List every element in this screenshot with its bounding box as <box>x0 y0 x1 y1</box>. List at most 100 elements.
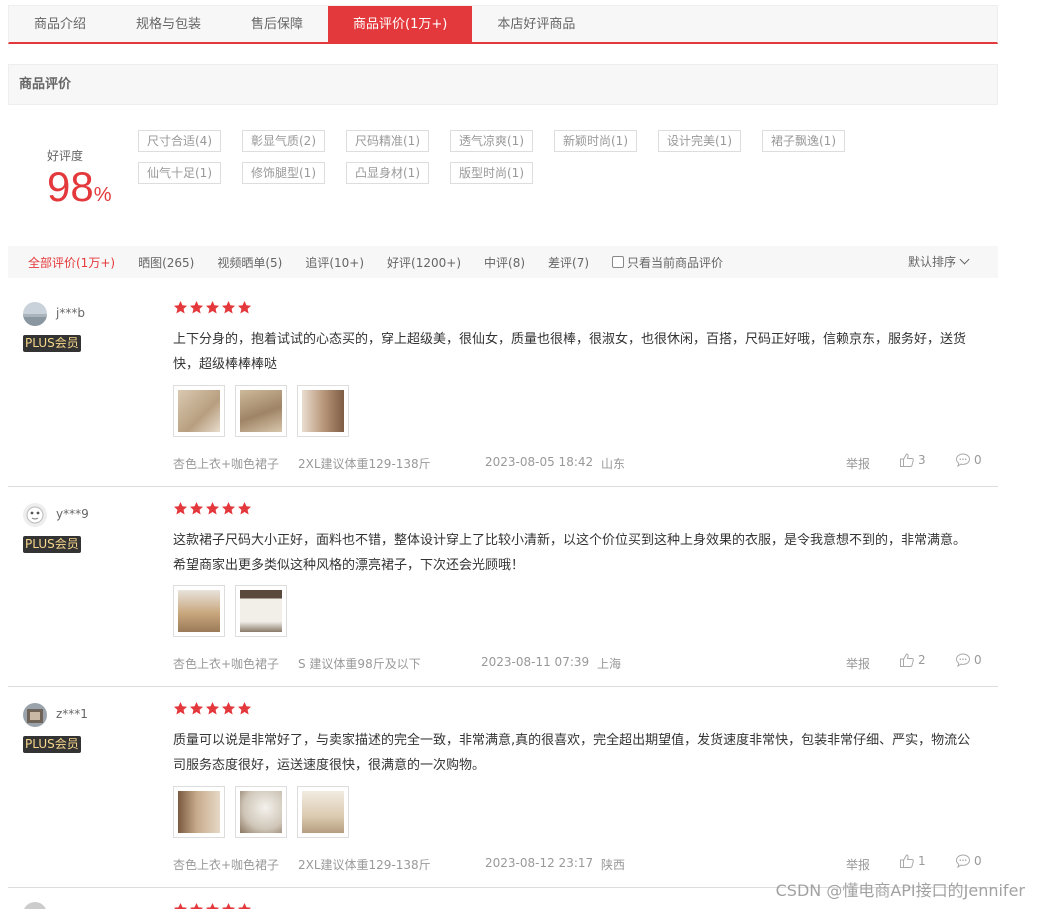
like-count: 1 <box>918 854 926 868</box>
username: j***b <box>56 306 85 320</box>
review-tag[interactable]: 尺寸合适(4) <box>138 130 221 152</box>
report-link[interactable]: 举报 <box>846 655 870 672</box>
review-photo[interactable] <box>173 786 225 838</box>
review-date: 2023-08-11 07:39 <box>481 655 590 669</box>
section-title: 商品评价 <box>8 64 998 105</box>
review-filter-bar: 全部评价(1万+) 晒图(265) 视频晒单(5) 追评(10+) 好评(120… <box>8 246 998 278</box>
rating-value: 98% <box>47 162 112 220</box>
star-icon <box>205 701 220 715</box>
review-meta: 杏色上衣+咖色裙子 S 建议体重98斤及以下 2023-08-11 07:39 … <box>173 655 673 671</box>
filter-video[interactable]: 视频晒单(5) <box>217 254 282 271</box>
review-tag[interactable]: 设计完美(1) <box>658 130 741 152</box>
star-icon <box>189 501 204 515</box>
star-icon <box>173 902 188 909</box>
like-count: 3 <box>918 453 926 467</box>
chevron-down-icon <box>959 254 970 265</box>
filter-negative[interactable]: 差评(7) <box>548 254 589 271</box>
review-tag[interactable]: 尺码精准(1) <box>346 130 429 152</box>
review-location: 陕西 <box>601 858 626 872</box>
review-photos <box>173 585 297 637</box>
review-tag[interactable]: 彰显气质(2) <box>242 130 325 152</box>
review-photos <box>173 786 359 838</box>
plus-member-badge: PLUS会员 <box>23 335 81 352</box>
watermark: CSDN @懂电商API接口的Jennifer <box>775 881 1025 900</box>
avatar[interactable] <box>23 503 47 527</box>
filter-follow-up[interactable]: 追评(10+) <box>305 254 364 271</box>
review-tag[interactable]: 裙子飘逸(1) <box>762 130 845 152</box>
product-color: 杏色上衣+咖色裙子 <box>173 457 280 471</box>
review-photo[interactable] <box>173 385 225 437</box>
tab-product-intro[interactable]: 商品介绍 <box>9 6 111 43</box>
review-tag[interactable]: 透气凉爽(1) <box>450 130 533 152</box>
tab-reviews[interactable]: 商品评价(1万+) <box>328 6 473 43</box>
review-content: 质量可以说是非常好了，与卖家描述的完全一致，非常满意,真的很喜欢，完全超出期望值… <box>173 733 971 773</box>
review-tag[interactable]: 版型时尚(1) <box>450 162 533 184</box>
product-size: 2XL建议体重129-138斤 <box>298 858 431 872</box>
thumbs-up-icon <box>900 653 914 667</box>
sort-label: 默认排序 <box>907 255 956 269</box>
sort-dropdown[interactable]: 默认排序 <box>907 246 970 278</box>
review-item: y***9 PLUS会员 这款裙子尺码大小正好，面料也不错，整体设计穿上了比较小… <box>8 487 998 687</box>
product-tabs: 商品介绍 规格与包装 售后保障 商品评价(1万+) 本店好评商品 <box>8 5 998 44</box>
review-location: 山东 <box>601 457 626 471</box>
thumbs-up-icon <box>900 854 914 868</box>
tab-store-top-products[interactable]: 本店好评商品 <box>472 6 600 43</box>
report-link[interactable]: 举报 <box>846 856 870 873</box>
star-icon <box>237 300 252 314</box>
comment-button[interactable]: 0 <box>955 452 982 468</box>
star-icon <box>189 300 204 314</box>
star-icon <box>221 902 236 909</box>
star-icon <box>189 701 204 715</box>
report-link[interactable]: 举报 <box>846 455 870 472</box>
filter-neutral[interactable]: 中评(8) <box>484 254 525 271</box>
star-rating <box>173 701 253 716</box>
comment-icon <box>955 453 971 468</box>
review-content: 这款裙子尺码大小正好，面料也不错，整体设计穿上了比较小清新，以这个价位买到这种上… <box>173 533 967 573</box>
review-photo[interactable] <box>235 786 287 838</box>
review-location: 上海 <box>597 657 622 671</box>
comment-button[interactable]: 0 <box>955 652 982 668</box>
review-tag[interactable]: 修饰腿型(1) <box>242 162 325 184</box>
comment-icon <box>955 653 971 668</box>
star-icon <box>221 300 236 314</box>
review-photo[interactable] <box>173 585 225 637</box>
plus-member-badge: PLUS会员 <box>23 736 81 753</box>
review-photo[interactable] <box>235 585 287 637</box>
review-photo[interactable] <box>297 385 349 437</box>
username: z***1 <box>56 707 88 721</box>
only-current-checkbox[interactable] <box>612 256 625 268</box>
review-item: z***1 PLUS会员 质量可以说是非常好了，与卖家描述的完全一致，非常满意,… <box>8 687 998 888</box>
avatar[interactable] <box>23 902 47 909</box>
filter-with-photos[interactable]: 晒图(265) <box>138 254 194 271</box>
review-tag[interactable]: 凸显身材(1) <box>346 162 429 184</box>
star-rating <box>173 902 253 909</box>
star-icon <box>237 902 252 909</box>
filter-positive[interactable]: 好评(1200+) <box>387 254 461 271</box>
like-button[interactable]: 2 <box>899 652 926 668</box>
product-size: 2XL建议体重129-138斤 <box>298 457 431 471</box>
plus-member-badge: PLUS会员 <box>23 536 81 553</box>
star-icon <box>205 300 220 314</box>
star-icon <box>237 501 252 515</box>
like-button[interactable]: 3 <box>899 452 926 468</box>
review-date: 2023-08-12 23:17 <box>485 856 594 870</box>
tab-after-sales[interactable]: 售后保障 <box>226 6 328 43</box>
tab-specs[interactable]: 规格与包装 <box>111 6 226 43</box>
like-button[interactable]: 1 <box>899 853 926 869</box>
avatar[interactable] <box>23 302 47 326</box>
only-current-product-toggle[interactable]: 只看当前商品评价 <box>612 254 723 271</box>
review-tags: 尺寸合适(4) 彰显气质(2) 尺码精准(1) 透气凉爽(1) 新颖时尚(1) … <box>138 130 928 194</box>
star-icon <box>205 501 220 515</box>
review-content: 上下分身的，抱着试试的心态买的，穿上超级美，很仙女，质量也很棒，很淑女，也很休闲… <box>173 332 967 372</box>
star-icon <box>221 701 236 715</box>
review-tag[interactable]: 仙气十足(1) <box>138 162 221 184</box>
review-photo[interactable] <box>297 786 349 838</box>
review-tag[interactable]: 新颖时尚(1) <box>554 130 637 152</box>
filter-all[interactable]: 全部评价(1万+) <box>28 254 115 271</box>
star-icon <box>173 501 188 515</box>
rating-unit: % <box>93 184 112 206</box>
thumbs-up-icon <box>900 453 914 467</box>
avatar[interactable] <box>23 703 47 727</box>
comment-button[interactable]: 0 <box>955 853 982 869</box>
review-photo[interactable] <box>235 385 287 437</box>
